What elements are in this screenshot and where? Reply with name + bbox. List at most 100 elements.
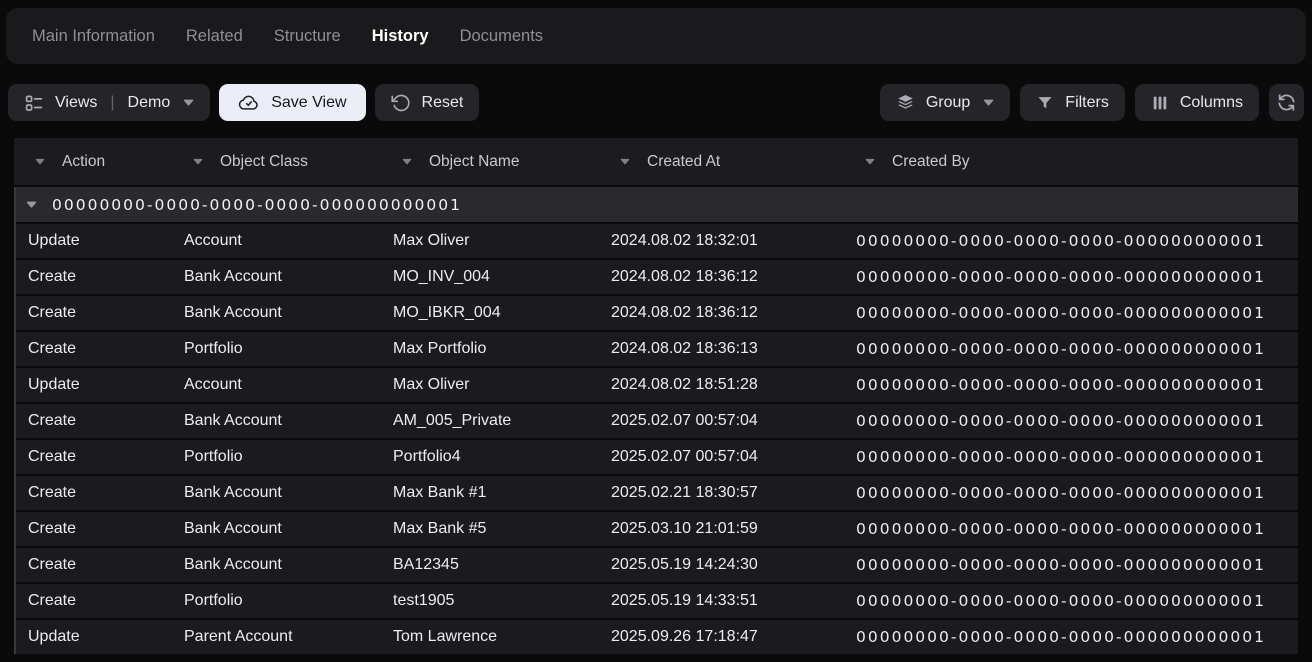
- table-header-row: Action Object Class Object Name Created …: [14, 138, 1298, 185]
- triangle-down-icon[interactable]: [193, 158, 203, 165]
- cell-object-name: Max Bank #5: [381, 520, 599, 538]
- filters-button[interactable]: Filters: [1020, 84, 1125, 121]
- triangle-down-icon[interactable]: [35, 158, 45, 165]
- table-row[interactable]: Create Bank Account MO_IBKR_004 2024.08.…: [16, 296, 1298, 330]
- tab-main-information[interactable]: Main Information: [32, 27, 155, 46]
- column-header-label: Object Class: [220, 153, 308, 171]
- cell-object-name: test1905: [381, 592, 599, 610]
- table-row[interactable]: Update Account Max Oliver 2024.08.02 18:…: [16, 224, 1298, 258]
- table-row[interactable]: Create Bank Account Max Bank #5 2025.03.…: [16, 512, 1298, 546]
- cell-created-at: 2025.02.21 18:30:57: [599, 484, 844, 502]
- table-row[interactable]: Create Bank Account AM_005_Private 2025.…: [16, 404, 1298, 438]
- triangle-down-icon[interactable]: [26, 201, 37, 208]
- triangle-down-icon[interactable]: [620, 158, 630, 165]
- views-separator: |: [110, 94, 114, 112]
- cell-action: Create: [16, 268, 172, 286]
- table-row[interactable]: Create Portfolio test1905 2025.05.19 14:…: [16, 584, 1298, 618]
- views-label: Views: [55, 94, 97, 112]
- cell-created-by: 00000000-0000-0000-0000-000000000001: [844, 628, 1298, 646]
- cell-created-by: 00000000-0000-0000-0000-000000000001: [844, 484, 1298, 502]
- cell-created-by: 00000000-0000-0000-0000-000000000001: [844, 412, 1298, 430]
- table-row[interactable]: Create Portfolio Portfolio4 2025.02.07 0…: [16, 440, 1298, 474]
- cell-created-by: 00000000-0000-0000-0000-000000000001: [844, 232, 1298, 250]
- table-row[interactable]: Create Bank Account Max Bank #1 2025.02.…: [16, 476, 1298, 510]
- cell-created-by: 00000000-0000-0000-0000-000000000001: [844, 340, 1298, 358]
- cell-action: Create: [16, 412, 172, 430]
- cloud-check-icon: [238, 92, 260, 114]
- cell-object-class: Account: [172, 376, 381, 394]
- table-row[interactable]: Update Parent Account Tom Lawrence 2025.…: [16, 620, 1298, 654]
- tab-structure[interactable]: Structure: [274, 27, 341, 46]
- cell-object-class: Bank Account: [172, 412, 381, 430]
- column-header-label: Created By: [892, 153, 970, 171]
- save-view-label: Save View: [271, 94, 346, 112]
- tab-history[interactable]: History: [372, 27, 429, 46]
- cell-object-name: Max Bank #1: [381, 484, 599, 502]
- cell-created-by: 00000000-0000-0000-0000-000000000001: [844, 448, 1298, 466]
- views-list-icon: [24, 93, 44, 113]
- reset-label: Reset: [422, 94, 464, 112]
- chevron-down-icon: [183, 99, 194, 106]
- cell-object-class: Bank Account: [172, 484, 381, 502]
- columns-icon: [1151, 94, 1169, 112]
- triangle-down-icon[interactable]: [402, 158, 412, 165]
- tab-documents[interactable]: Documents: [460, 27, 543, 46]
- cell-created-at: 2025.02.07 00:57:04: [599, 448, 844, 466]
- cell-action: Create: [16, 304, 172, 322]
- rotate-ccw-icon: [391, 93, 411, 113]
- cell-object-name: Max Oliver: [381, 376, 599, 394]
- columns-button[interactable]: Columns: [1135, 84, 1259, 121]
- cell-created-by: 00000000-0000-0000-0000-000000000001: [844, 304, 1298, 322]
- history-table: Action Object Class Object Name Created …: [14, 138, 1298, 656]
- cell-object-name: MO_INV_004: [381, 268, 599, 286]
- tab-related[interactable]: Related: [186, 27, 243, 46]
- triangle-down-icon[interactable]: [865, 158, 875, 165]
- cell-action: Create: [16, 556, 172, 574]
- chevron-down-icon: [983, 99, 994, 106]
- refresh-button[interactable]: [1269, 84, 1304, 121]
- table-rows: Update Account Max Oliver 2024.08.02 18:…: [16, 224, 1298, 654]
- table-row[interactable]: Update Account Max Oliver 2024.08.02 18:…: [16, 368, 1298, 402]
- table-body: 00000000-0000-0000-0000-000000000001 Upd…: [14, 187, 1298, 654]
- views-current-value: Demo: [128, 94, 171, 112]
- cell-created-by: 00000000-0000-0000-0000-000000000001: [844, 376, 1298, 394]
- cell-created-at: 2024.08.02 18:51:28: [599, 376, 844, 394]
- column-header-created-at[interactable]: Created At: [599, 153, 844, 171]
- cell-action: Create: [16, 340, 172, 358]
- cell-created-at: 2025.03.10 21:01:59: [599, 520, 844, 538]
- toolbar: Views | Demo Save View Reset: [8, 84, 1304, 121]
- group-header-label: 00000000-0000-0000-0000-000000000001: [52, 196, 462, 214]
- cell-created-by: 00000000-0000-0000-0000-000000000001: [844, 268, 1298, 286]
- reset-button[interactable]: Reset: [375, 84, 480, 121]
- cell-created-at: 2024.08.02 18:32:01: [599, 232, 844, 250]
- column-header-object-class[interactable]: Object Class: [172, 153, 381, 171]
- cell-object-name: Tom Lawrence: [381, 628, 599, 646]
- column-header-action[interactable]: Action: [14, 153, 172, 171]
- cell-object-class: Account: [172, 232, 381, 250]
- cell-action: Create: [16, 484, 172, 502]
- save-view-button[interactable]: Save View: [219, 84, 365, 121]
- table-row[interactable]: Create Portfolio Max Portfolio 2024.08.0…: [16, 332, 1298, 366]
- columns-label: Columns: [1180, 94, 1243, 112]
- cell-created-by: 00000000-0000-0000-0000-000000000001: [844, 556, 1298, 574]
- cell-action: Update: [16, 232, 172, 250]
- column-header-created-by[interactable]: Created By: [844, 153, 1298, 171]
- cell-created-at: 2025.09.26 17:18:47: [599, 628, 844, 646]
- views-selector-button[interactable]: Views | Demo: [8, 84, 210, 121]
- column-header-label: Created At: [647, 153, 720, 171]
- toolbar-right-group: Group Filters Columns: [880, 84, 1304, 121]
- cell-object-name: Portfolio4: [381, 448, 599, 466]
- table-row[interactable]: Create Bank Account MO_INV_004 2024.08.0…: [16, 260, 1298, 294]
- tab-bar: Main Information Related Structure History D…: [6, 8, 1306, 64]
- group-button[interactable]: Group: [880, 84, 1010, 121]
- cell-object-name: BA12345: [381, 556, 599, 574]
- group-header-row[interactable]: 00000000-0000-0000-0000-000000000001: [16, 187, 1298, 222]
- cell-created-at: 2025.02.07 00:57:04: [599, 412, 844, 430]
- table-row[interactable]: Create Bank Account BA12345 2025.05.19 1…: [16, 548, 1298, 582]
- cell-created-at: 2024.08.02 18:36:13: [599, 340, 844, 358]
- column-header-object-name[interactable]: Object Name: [381, 153, 599, 171]
- cell-object-class: Portfolio: [172, 340, 381, 358]
- cell-created-by: 00000000-0000-0000-0000-000000000001: [844, 520, 1298, 538]
- column-header-label: Object Name: [429, 153, 519, 171]
- group-label: Group: [926, 94, 970, 112]
